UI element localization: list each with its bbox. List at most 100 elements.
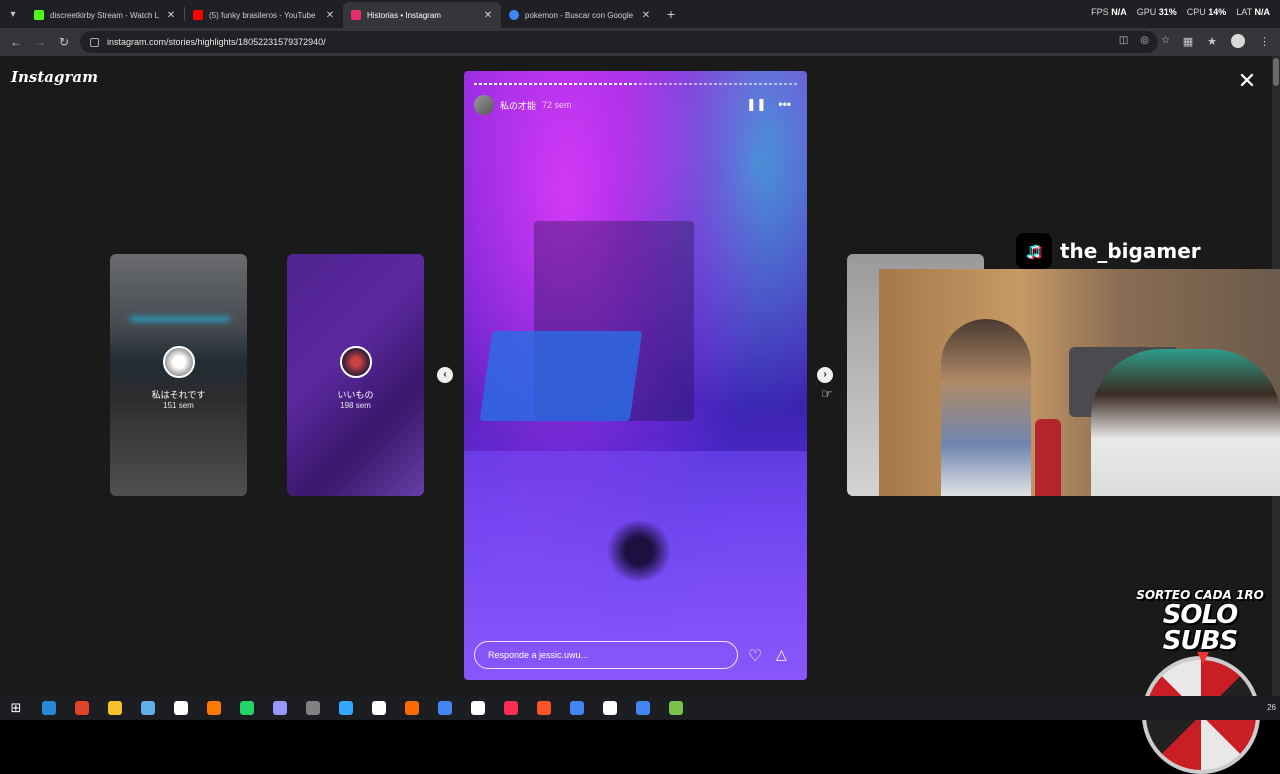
taskbar-app-icon[interactable] [402, 698, 422, 718]
taskbar-app-icon[interactable] [567, 698, 587, 718]
more-options-icon[interactable]: ••• [778, 97, 791, 111]
tab-close-icon[interactable]: ✕ [483, 10, 493, 21]
lat-stat: LAT N/A [1236, 7, 1270, 17]
browser-toolbar: ← → ↻ instagram.com/stories/highlights/1… [0, 28, 1280, 56]
preview-avatar [339, 346, 372, 378]
taskbar-app-icon[interactable] [435, 698, 455, 718]
menu-kebab-icon[interactable]: ⋮ [1259, 35, 1270, 48]
webcam-detail [1091, 349, 1280, 496]
extensions-puzzle-icon[interactable]: ▦ [1183, 35, 1193, 48]
scrollbar-thumb[interactable] [1273, 58, 1279, 86]
site-info-icon[interactable] [90, 37, 99, 47]
app-icon [207, 701, 221, 715]
taskbar-app-icon[interactable] [600, 698, 620, 718]
story-author-avatar[interactable] [474, 95, 494, 115]
taskbar-app-icon[interactable] [204, 698, 224, 718]
app-icon [570, 701, 584, 715]
story-progress-bar [474, 83, 797, 85]
story-username[interactable]: 私の才能 [500, 99, 536, 112]
taskbar-app-icon[interactable] [237, 698, 257, 718]
preview-name: 私はそれです [151, 390, 206, 400]
cpu-stat: CPU 14% [1186, 7, 1227, 17]
preview-avatar [162, 346, 195, 378]
story-progress-fill [474, 83, 636, 85]
preview-time: 198 sem [340, 401, 371, 410]
taskbar-app-icon[interactable] [303, 698, 323, 718]
preview-time: 151 sem [163, 401, 194, 410]
bookmark-star-icon[interactable]: ☆ [1161, 35, 1170, 46]
app-icon [339, 701, 353, 715]
story-controls: ❚❚ ••• [746, 97, 791, 111]
previous-story-chevron-icon[interactable]: ‹ [437, 367, 453, 383]
tab-search-chevron-icon[interactable]: ▾ [0, 0, 26, 28]
active-story[interactable]: 私の才能 72 sem ❚❚ ••• Responde a jessic.uwu… [464, 71, 807, 680]
taskbar-app-icon[interactable] [105, 698, 125, 718]
reload-icon[interactable]: ↻ [52, 30, 76, 54]
app-icon [174, 701, 188, 715]
instagram-logo[interactable]: Instagram [11, 68, 98, 86]
taskbar-app-icon[interactable] [468, 698, 488, 718]
windows-start-icon[interactable]: ⊞ [6, 698, 26, 718]
app-icon [141, 701, 155, 715]
next-story-chevron-icon[interactable]: › [817, 367, 833, 383]
youtube-icon [193, 10, 203, 20]
new-tab-plus-icon[interactable]: + [659, 6, 683, 22]
taskbar-app-icon[interactable] [72, 698, 92, 718]
taskbar-app-icon[interactable] [39, 698, 59, 718]
app-icon [372, 701, 386, 715]
taskbar-app-icon[interactable] [336, 698, 356, 718]
url-text: instagram.com/stories/highlights/1805223… [107, 37, 326, 47]
pause-icon[interactable]: ❚❚ [746, 97, 766, 111]
app-icon [504, 701, 518, 715]
tab-kick[interactable]: discreetkirby Stream - Watch L ✕ [26, 2, 184, 28]
app-icon [273, 701, 287, 715]
taskbar-app-icon[interactable] [633, 698, 653, 718]
close-icon[interactable]: ✕ [1236, 70, 1258, 92]
app-icon [240, 701, 254, 715]
tab-youtube[interactable]: (5) funky brasileros - YouTube ✕ [185, 2, 343, 28]
story-preview-previous-1[interactable]: いいもの 198 sem [287, 254, 424, 496]
forward-arrow-icon[interactable]: → [28, 30, 52, 54]
eye-off-icon[interactable]: ◎ [1140, 35, 1149, 46]
taskbar-app-icon[interactable] [501, 698, 521, 718]
google-icon [509, 10, 519, 20]
wheel-pointer [1197, 652, 1209, 664]
back-arrow-icon[interactable]: ← [4, 30, 28, 54]
taskbar-app-icon[interactable] [171, 698, 191, 718]
tab-close-icon[interactable]: ✕ [641, 10, 651, 21]
tab-title: discreetkirby Stream - Watch L [50, 10, 160, 20]
taskbar-app-icon[interactable] [534, 698, 554, 718]
taskbar-app-icon[interactable] [369, 698, 389, 718]
windows-taskbar: ⊞ 26 [0, 696, 1280, 720]
address-bar[interactable]: instagram.com/stories/highlights/1805223… [80, 31, 1158, 53]
browser-actions: ▦ ★ ⋮ [1183, 34, 1270, 48]
install-app-icon[interactable]: ◫ [1119, 35, 1128, 46]
promo-line-2: SOLO SUBS [1162, 600, 1239, 656]
taskbar-app-icon[interactable] [270, 698, 290, 718]
tab-title: pokemon - Buscar con Google [525, 10, 634, 20]
app-icon [75, 701, 89, 715]
tab-close-icon[interactable]: ✕ [325, 10, 335, 21]
story-preview-previous-2[interactable]: 私はそれです 151 sem [110, 254, 247, 496]
tab-instagram[interactable]: Historias • Instagram ✕ [343, 2, 501, 28]
tab-title: (5) funky brasileros - YouTube [209, 10, 316, 20]
gpu-stat: GPU 31% [1136, 7, 1177, 17]
tab-close-icon[interactable]: ✕ [166, 10, 176, 21]
webcam-detail [1035, 419, 1061, 496]
taskbar-app-icon[interactable] [666, 698, 686, 718]
profile-avatar-icon[interactable] [1231, 34, 1245, 48]
tiktok-handle: the_bigamer [1060, 239, 1201, 263]
tiktok-handle-tag: ♫ the_bigamer [1016, 232, 1201, 270]
send-icon[interactable]: △ [776, 646, 787, 663]
app-icon [636, 701, 650, 715]
webcam-feed [879, 269, 1280, 496]
taskbar-app-icon[interactable] [138, 698, 158, 718]
clock-text: 26 [1267, 703, 1276, 712]
webcam-detail [941, 319, 1031, 496]
tab-google[interactable]: pokemon - Buscar con Google ✕ [501, 2, 659, 28]
heart-icon[interactable]: ♡ [748, 646, 762, 666]
tab-title: Historias • Instagram [367, 10, 441, 20]
reply-input[interactable]: Responde a jessic.uwu... [474, 641, 738, 669]
omnibox-actions: ◫ ◎ ☆ [1119, 35, 1170, 46]
reading-list-icon[interactable]: ★ [1207, 35, 1217, 48]
